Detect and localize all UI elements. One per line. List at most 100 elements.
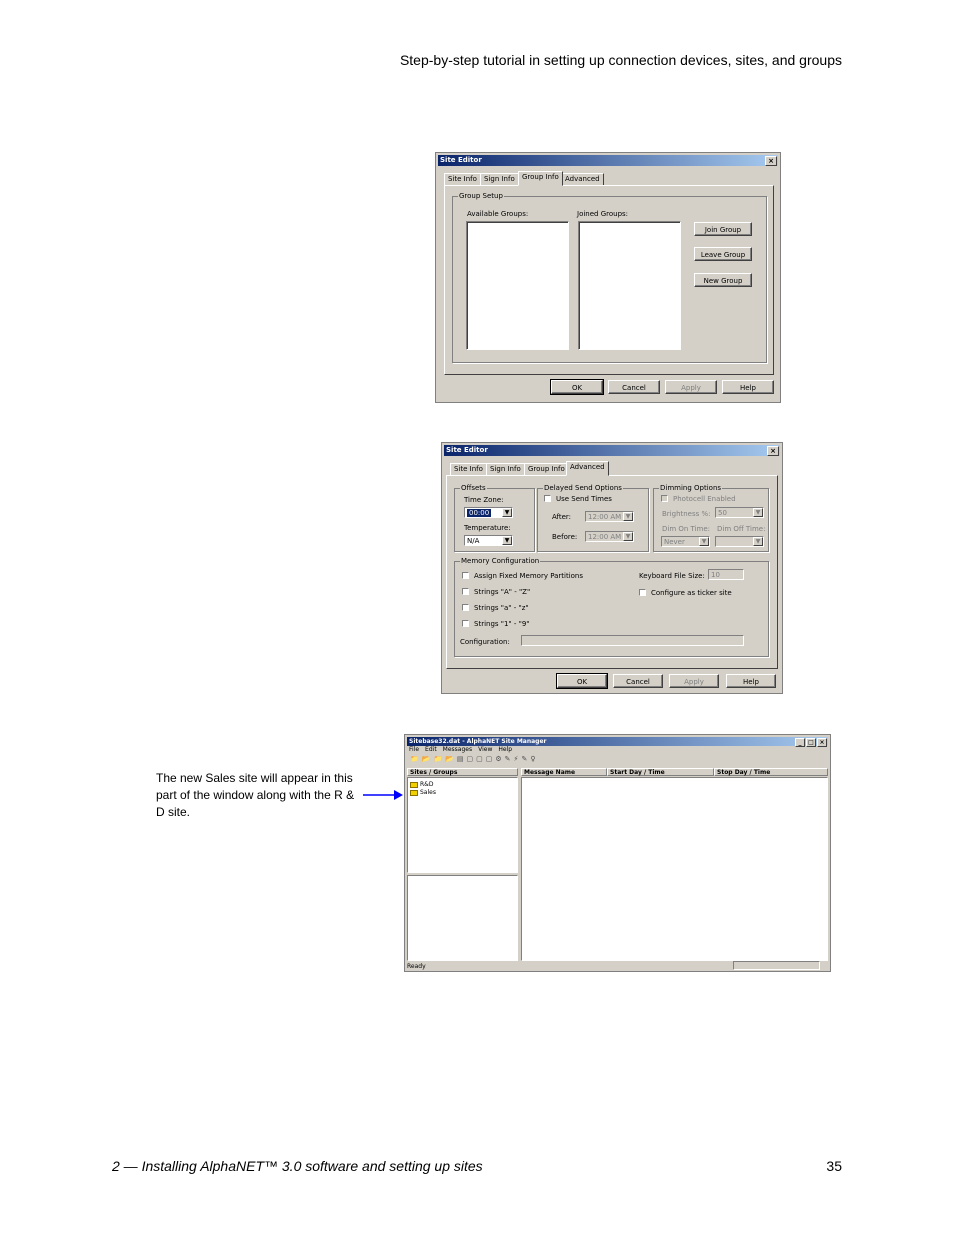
column-stop-time[interactable]: Stop Day / Time	[714, 768, 828, 776]
tab-advanced[interactable]: Advanced	[566, 461, 609, 476]
after-label: After:	[552, 513, 572, 521]
cancel-button[interactable]: Cancel	[613, 674, 663, 688]
chevron-down-icon[interactable]: ▼	[623, 532, 633, 541]
use-send-times-checkbox[interactable]	[544, 495, 551, 502]
pen-icon[interactable]: ✎	[521, 755, 527, 764]
cancel-button[interactable]: Cancel	[608, 380, 660, 394]
help-icon[interactable]: ♀	[530, 755, 535, 764]
sites-groups-header[interactable]: Sites / Groups	[407, 768, 518, 776]
dialog-title: Site Editor	[446, 446, 488, 454]
strings-digits-checkbox[interactable]	[462, 620, 469, 627]
maximize-icon[interactable]: □	[806, 738, 816, 747]
new-site-icon[interactable]: 📁	[433, 755, 442, 764]
close-icon[interactable]: ×	[767, 446, 779, 456]
brightness-select[interactable]: 50 ▼	[715, 507, 764, 518]
help-button[interactable]: Help	[726, 674, 776, 688]
join-group-button[interactable]: Join Group	[694, 222, 752, 236]
strings-upper-checkbox[interactable]	[462, 588, 469, 595]
site-item-sales[interactable]: Sales	[410, 789, 436, 797]
details-pane	[407, 875, 518, 961]
time-zone-label: Time Zone:	[464, 496, 504, 504]
chevron-down-icon[interactable]: ▼	[502, 536, 512, 545]
site-editor-advanced-dialog: Site Editor × Site Info Sign Info Group …	[441, 442, 783, 694]
site-label: Sales	[420, 789, 436, 796]
site-item-rd[interactable]: R&D	[410, 781, 433, 789]
ticker-site-checkbox[interactable]	[639, 589, 646, 596]
after-time-select[interactable]: 12:00 AM ▼	[585, 511, 634, 522]
status-panel	[733, 961, 820, 970]
chevron-down-icon[interactable]: ▼	[753, 508, 763, 517]
copy-icon[interactable]: ▢	[486, 755, 493, 764]
delayed-send-label: Delayed Send Options	[543, 484, 623, 492]
page-icon[interactable]: ▢	[476, 755, 483, 764]
photocell-checkbox[interactable]	[661, 495, 668, 502]
dim-off-select[interactable]: ▼	[715, 536, 764, 547]
chevron-down-icon[interactable]: ▼	[753, 537, 763, 546]
settings-icon[interactable]: ⚙	[495, 755, 501, 764]
dim-on-select[interactable]: Never ▼	[661, 536, 710, 547]
apply-button[interactable]: Apply	[669, 674, 719, 688]
folder-icon	[410, 789, 418, 796]
edit-icon[interactable]: ✎	[505, 755, 511, 764]
list-icon[interactable]: ▤	[457, 755, 464, 764]
time-zone-select[interactable]: 00:00 ▼	[464, 507, 513, 518]
temperature-select[interactable]: N/A ▼	[464, 535, 513, 546]
offsets-label: Offsets	[460, 484, 487, 492]
column-message-name[interactable]: Message Name	[521, 768, 607, 776]
dim-on-value: Never	[664, 538, 685, 546]
configuration-label: Configuration:	[460, 638, 510, 646]
available-groups-label: Available Groups:	[467, 210, 529, 218]
send-icon[interactable]: ⚡	[514, 755, 519, 764]
close-icon[interactable]: ×	[765, 156, 777, 166]
menu-messages[interactable]: Messages	[443, 746, 472, 754]
keyboard-size-value: 10	[711, 571, 720, 579]
strings-upper-label: Strings "A" - "Z"	[474, 588, 531, 596]
dimming-options-label: Dimming Options	[659, 484, 723, 492]
messages-list-pane[interactable]	[521, 777, 828, 961]
strings-lower-checkbox[interactable]	[462, 604, 469, 611]
leave-group-button[interactable]: Leave Group	[694, 247, 752, 261]
menu-file[interactable]: File	[409, 746, 419, 754]
new-group-button[interactable]: New Group	[694, 273, 752, 287]
close-icon[interactable]: ×	[817, 738, 827, 747]
brightness-label: Brightness %:	[662, 510, 711, 518]
before-time-select[interactable]: 12:00 AM ▼	[585, 531, 634, 542]
memory-config-label: Memory Configuration	[460, 557, 541, 565]
keyboard-size-label: Keyboard File Size:	[639, 572, 705, 580]
available-groups-list[interactable]	[466, 221, 569, 350]
chevron-down-icon[interactable]: ▼	[623, 512, 633, 521]
joined-groups-list[interactable]	[578, 221, 681, 350]
open-site-icon[interactable]: 📂	[445, 755, 454, 764]
chevron-down-icon[interactable]: ▼	[699, 537, 709, 546]
keyboard-size-field[interactable]: 10	[708, 569, 744, 580]
assign-partitions-checkbox[interactable]	[462, 572, 469, 579]
arrow-icon	[363, 790, 403, 800]
configuration-field[interactable]	[521, 635, 744, 646]
minimize-icon[interactable]: _	[795, 738, 805, 747]
folder-icon	[410, 781, 418, 788]
apply-button[interactable]: Apply	[665, 380, 717, 394]
ok-button[interactable]: OK	[556, 673, 608, 689]
before-label: Before:	[552, 533, 578, 541]
open-folder-icon[interactable]: 📂	[422, 755, 431, 764]
column-start-time[interactable]: Start Day / Time	[607, 768, 714, 776]
ticker-site-label: Configure as ticker site	[651, 589, 732, 597]
ok-button[interactable]: OK	[550, 379, 604, 395]
temperature-value: N/A	[467, 537, 480, 545]
use-send-times-label: Use Send Times	[556, 495, 612, 503]
after-time-value: 12:00 AM	[588, 513, 622, 521]
menu-view[interactable]: View	[478, 746, 492, 754]
tab-group-info[interactable]: Group Info	[518, 171, 563, 186]
group-setup-label: Group Setup	[458, 192, 504, 200]
strings-lower-label: Strings "a" - "z"	[474, 604, 529, 612]
menu-help[interactable]: Help	[498, 746, 512, 754]
menu-edit[interactable]: Edit	[425, 746, 437, 754]
page-icon[interactable]: ▢	[467, 755, 474, 764]
help-button[interactable]: Help	[722, 380, 774, 394]
site-editor-group-info-dialog: Site Editor × Site Info Sign Info Group …	[435, 152, 781, 403]
new-folder-icon[interactable]: 📁	[410, 755, 419, 764]
chevron-down-icon[interactable]: ▼	[502, 508, 512, 517]
manager-titlebar: Sitebase32.dat - AlphaNET Site Manager _…	[407, 737, 828, 747]
brightness-value: 50	[718, 509, 727, 517]
strings-digits-label: Strings "1" - "9"	[474, 620, 530, 628]
